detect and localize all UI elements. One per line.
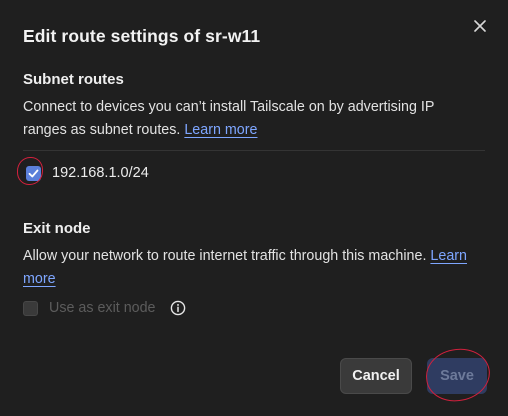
subnet-routes-learn-more-link[interactable]: Learn more xyxy=(184,122,257,138)
subnet-route-row: 192.168.1.0/24 xyxy=(17,157,149,188)
checkbox-checked xyxy=(25,165,41,181)
info-icon xyxy=(170,300,185,316)
checkmark-icon xyxy=(28,169,38,177)
dialog-title: Edit route settings of sr-w11 xyxy=(23,26,261,46)
close-button[interactable] xyxy=(469,15,491,37)
edit-route-settings-dialog: Edit route settings of sr-w11 Subnet rou… xyxy=(0,0,508,416)
subnet-routes-heading: Subnet routes xyxy=(23,71,124,88)
exit-node-heading: Exit node xyxy=(23,220,91,237)
subnet-routes-description: Connect to devices you can’t install Tai… xyxy=(23,96,468,142)
exit-node-checkbox-label: Use as exit node xyxy=(49,300,156,316)
exit-node-description-text: Allow your network to route internet tra… xyxy=(23,248,427,264)
close-icon xyxy=(474,20,486,32)
info-button[interactable] xyxy=(170,300,186,316)
subnet-route-label: 192.168.1.0/24 xyxy=(52,165,149,181)
cancel-button[interactable]: Cancel xyxy=(340,358,412,394)
exit-node-row: Use as exit node xyxy=(23,298,186,318)
subnet-route-checkbox[interactable] xyxy=(17,157,46,187)
save-button[interactable]: Save xyxy=(427,358,487,394)
exit-node-description: Allow your network to route internet tra… xyxy=(23,245,468,291)
section-divider xyxy=(23,150,485,151)
exit-node-checkbox[interactable] xyxy=(23,300,38,316)
